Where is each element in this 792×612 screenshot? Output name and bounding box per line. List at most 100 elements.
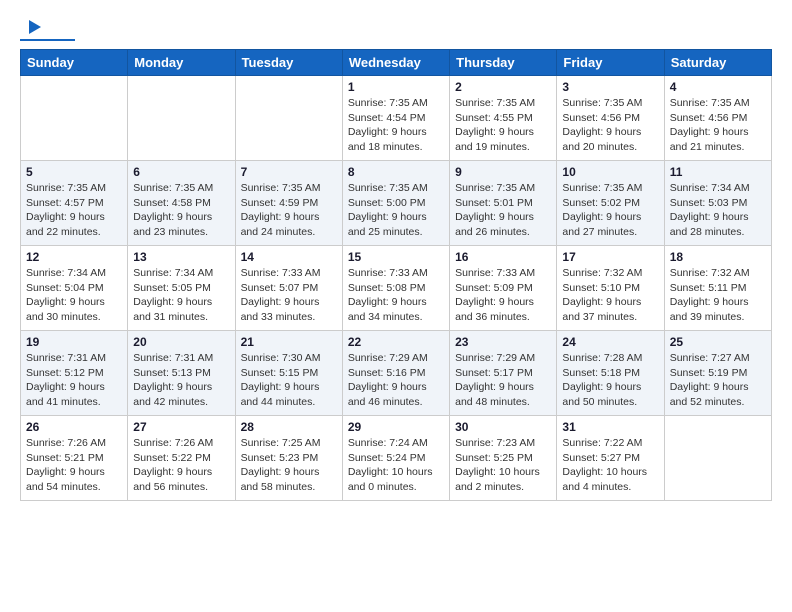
calendar-cell: 19 Sunrise: 7:31 AM Sunset: 5:12 PM Dayli… <box>21 331 128 416</box>
calendar-cell: 29 Sunrise: 7:24 AM Sunset: 5:24 PM Dayli… <box>342 416 449 501</box>
calendar-cell: 8 Sunrise: 7:35 AM Sunset: 5:00 PM Daylig… <box>342 161 449 246</box>
day-number: 2 <box>455 80 551 94</box>
day-number: 9 <box>455 165 551 179</box>
day-number: 3 <box>562 80 658 94</box>
day-info: Sunrise: 7:34 AM Sunset: 5:03 PM Dayligh… <box>670 181 766 240</box>
calendar-cell: 9Sunrise: 7:35 AM Sunset: 5:01 PM Daylig… <box>450 161 557 246</box>
day-info: Sunrise: 7:31 AM Sunset: 5:13 PM Dayligh… <box>133 351 229 410</box>
day-info: Sunrise: 7:27 AM Sunset: 5:19 PM Dayligh… <box>670 351 766 410</box>
day-number: 10 <box>562 165 658 179</box>
day-number: 30 <box>455 420 551 434</box>
calendar-cell: 26 Sunrise: 7:26 AM Sunset: 5:21 PM Dayli… <box>21 416 128 501</box>
day-info: Sunrise: 7:23 AM Sunset: 5:25 PM Dayligh… <box>455 436 551 495</box>
day-info: Sunrise: 7:29 AM Sunset: 5:17 PM Dayligh… <box>455 351 551 410</box>
header <box>20 16 772 41</box>
logo-icon <box>21 16 43 38</box>
day-info: Sunrise: 7:35 AM Sunset: 4:55 PM Dayligh… <box>455 96 551 155</box>
calendar-table: SundayMondayTuesdayWednesdayThursdayFrid… <box>20 49 772 501</box>
calendar-cell: 11 Sunrise: 7:34 AM Sunset: 5:03 PM Dayli… <box>664 161 771 246</box>
weekday-header-thursday: Thursday <box>450 50 557 76</box>
calendar-cell: 30 Sunrise: 7:23 AM Sunset: 5:25 PM Dayli… <box>450 416 557 501</box>
calendar-cell: 5 Sunrise: 7:35 AM Sunset: 4:57 PM Daylig… <box>21 161 128 246</box>
calendar-cell: 17 Sunrise: 7:32 AM Sunset: 5:10 PM Dayli… <box>557 246 664 331</box>
day-number: 12 <box>26 250 122 264</box>
day-number: 31 <box>562 420 658 434</box>
weekday-header-wednesday: Wednesday <box>342 50 449 76</box>
calendar-cell: 27 Sunrise: 7:26 AM Sunset: 5:22 PM Dayli… <box>128 416 235 501</box>
calendar-cell: 2 Sunrise: 7:35 AM Sunset: 4:55 PM Daylig… <box>450 76 557 161</box>
day-info: Sunrise: 7:35 AM Sunset: 4:58 PM Dayligh… <box>133 181 229 240</box>
day-number: 1 <box>348 80 444 94</box>
calendar-week-row: 26 Sunrise: 7:26 AM Sunset: 5:21 PM Dayli… <box>21 416 772 501</box>
calendar-cell <box>21 76 128 161</box>
day-info: Sunrise: 7:35 AM Sunset: 4:56 PM Dayligh… <box>670 96 766 155</box>
day-number: 16 <box>455 250 551 264</box>
calendar-cell <box>664 416 771 501</box>
calendar-cell: 24Sunrise: 7:28 AM Sunset: 5:18 PM Dayli… <box>557 331 664 416</box>
calendar-cell: 12Sunrise: 7:34 AM Sunset: 5:04 PM Dayli… <box>21 246 128 331</box>
day-info: Sunrise: 7:32 AM Sunset: 5:10 PM Dayligh… <box>562 266 658 325</box>
day-info: Sunrise: 7:32 AM Sunset: 5:11 PM Dayligh… <box>670 266 766 325</box>
weekday-header-saturday: Saturday <box>664 50 771 76</box>
calendar-cell: 16 Sunrise: 7:33 AM Sunset: 5:09 PM Dayli… <box>450 246 557 331</box>
page: SundayMondayTuesdayWednesdayThursdayFrid… <box>0 0 792 511</box>
day-number: 5 <box>26 165 122 179</box>
calendar-cell: 23 Sunrise: 7:29 AM Sunset: 5:17 PM Dayli… <box>450 331 557 416</box>
day-info: Sunrise: 7:35 AM Sunset: 4:59 PM Dayligh… <box>241 181 337 240</box>
calendar-cell: 18 Sunrise: 7:32 AM Sunset: 5:11 PM Dayli… <box>664 246 771 331</box>
day-number: 21 <box>241 335 337 349</box>
day-info: Sunrise: 7:29 AM Sunset: 5:16 PM Dayligh… <box>348 351 444 410</box>
calendar-header-row: SundayMondayTuesdayWednesdayThursdayFrid… <box>21 50 772 76</box>
day-number: 27 <box>133 420 229 434</box>
calendar-week-row: 1 Sunrise: 7:35 AM Sunset: 4:54 PM Daylig… <box>21 76 772 161</box>
day-info: Sunrise: 7:35 AM Sunset: 4:57 PM Dayligh… <box>26 181 122 240</box>
day-number: 6 <box>133 165 229 179</box>
weekday-header-tuesday: Tuesday <box>235 50 342 76</box>
calendar-week-row: 5 Sunrise: 7:35 AM Sunset: 4:57 PM Daylig… <box>21 161 772 246</box>
day-info: Sunrise: 7:30 AM Sunset: 5:15 PM Dayligh… <box>241 351 337 410</box>
day-info: Sunrise: 7:35 AM Sunset: 4:54 PM Dayligh… <box>348 96 444 155</box>
day-number: 29 <box>348 420 444 434</box>
day-info: Sunrise: 7:28 AM Sunset: 5:18 PM Dayligh… <box>562 351 658 410</box>
calendar-cell: 6 Sunrise: 7:35 AM Sunset: 4:58 PM Daylig… <box>128 161 235 246</box>
day-info: Sunrise: 7:31 AM Sunset: 5:12 PM Dayligh… <box>26 351 122 410</box>
day-info: Sunrise: 7:24 AM Sunset: 5:24 PM Dayligh… <box>348 436 444 495</box>
day-number: 17 <box>562 250 658 264</box>
logo <box>20 16 75 41</box>
day-info: Sunrise: 7:26 AM Sunset: 5:22 PM Dayligh… <box>133 436 229 495</box>
weekday-header-sunday: Sunday <box>21 50 128 76</box>
calendar-cell: 14Sunrise: 7:33 AM Sunset: 5:07 PM Dayli… <box>235 246 342 331</box>
day-number: 26 <box>26 420 122 434</box>
weekday-header-friday: Friday <box>557 50 664 76</box>
calendar-cell: 21 Sunrise: 7:30 AM Sunset: 5:15 PM Dayli… <box>235 331 342 416</box>
calendar-cell: 13 Sunrise: 7:34 AM Sunset: 5:05 PM Dayli… <box>128 246 235 331</box>
day-number: 8 <box>348 165 444 179</box>
logo-underline <box>20 39 75 41</box>
day-number: 15 <box>348 250 444 264</box>
day-number: 7 <box>241 165 337 179</box>
day-info: Sunrise: 7:35 AM Sunset: 4:56 PM Dayligh… <box>562 96 658 155</box>
day-info: Sunrise: 7:22 AM Sunset: 5:27 PM Dayligh… <box>562 436 658 495</box>
day-info: Sunrise: 7:26 AM Sunset: 5:21 PM Dayligh… <box>26 436 122 495</box>
day-info: Sunrise: 7:34 AM Sunset: 5:05 PM Dayligh… <box>133 266 229 325</box>
calendar-cell: 15 Sunrise: 7:33 AM Sunset: 5:08 PM Dayli… <box>342 246 449 331</box>
day-number: 4 <box>670 80 766 94</box>
day-number: 23 <box>455 335 551 349</box>
day-info: Sunrise: 7:33 AM Sunset: 5:09 PM Dayligh… <box>455 266 551 325</box>
calendar-week-row: 12Sunrise: 7:34 AM Sunset: 5:04 PM Dayli… <box>21 246 772 331</box>
day-number: 14 <box>241 250 337 264</box>
day-number: 19 <box>26 335 122 349</box>
day-number: 18 <box>670 250 766 264</box>
calendar-cell: 25 Sunrise: 7:27 AM Sunset: 5:19 PM Dayli… <box>664 331 771 416</box>
calendar-cell <box>235 76 342 161</box>
day-number: 25 <box>670 335 766 349</box>
calendar-cell: 20Sunrise: 7:31 AM Sunset: 5:13 PM Dayli… <box>128 331 235 416</box>
day-number: 11 <box>670 165 766 179</box>
day-info: Sunrise: 7:25 AM Sunset: 5:23 PM Dayligh… <box>241 436 337 495</box>
day-info: Sunrise: 7:33 AM Sunset: 5:08 PM Dayligh… <box>348 266 444 325</box>
day-number: 13 <box>133 250 229 264</box>
calendar-cell: 28Sunrise: 7:25 AM Sunset: 5:23 PM Dayli… <box>235 416 342 501</box>
calendar-cell: 4 Sunrise: 7:35 AM Sunset: 4:56 PM Daylig… <box>664 76 771 161</box>
day-number: 22 <box>348 335 444 349</box>
day-info: Sunrise: 7:35 AM Sunset: 5:00 PM Dayligh… <box>348 181 444 240</box>
